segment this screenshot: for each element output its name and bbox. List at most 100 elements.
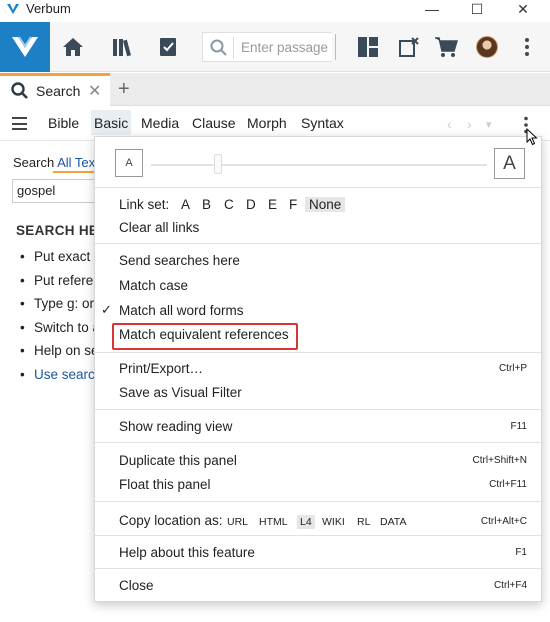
help-item: Put referer	[20, 273, 102, 297]
copy-l4-option[interactable]: L4	[297, 515, 315, 529]
float-shortcut: Ctrl+F11	[489, 479, 527, 490]
app-title: Verbum	[26, 1, 71, 16]
cart-icon[interactable]	[433, 34, 459, 60]
passage-placeholder: Enter passage o	[241, 40, 329, 55]
window-titlebar: Verbum — ☐ ✕	[0, 0, 550, 18]
link-set-e[interactable]: E	[268, 197, 277, 212]
print-shortcut: Ctrl+P	[498, 363, 527, 374]
copy-url-option[interactable]: URL	[227, 516, 248, 528]
help-item: Put exact p	[20, 249, 102, 273]
scope-underline	[53, 171, 99, 173]
help-shortcut: F1	[515, 547, 527, 558]
layouts-icon[interactable]	[355, 34, 381, 60]
help-item: Help on se	[20, 343, 102, 367]
forward-arrow-icon[interactable]: ›	[467, 116, 472, 132]
search-label: Search	[13, 155, 55, 170]
menu-separator	[95, 409, 541, 410]
duplicate-panel-item[interactable]: Duplicate this panel	[119, 453, 237, 468]
copy-wiki-option[interactable]: WIKI	[322, 516, 345, 528]
menu-separator	[95, 568, 541, 569]
reading-view-shortcut: F11	[510, 421, 528, 432]
menu-separator	[95, 535, 541, 536]
search-help-list: Put exact p Put referer Type g: or Switc…	[20, 249, 102, 390]
home-icon[interactable]	[60, 34, 86, 60]
main-toolbar: Enter passage o	[0, 22, 550, 72]
close-tab-icon[interactable]: ✕	[88, 81, 101, 101]
match-case-item[interactable]: Match case	[119, 278, 188, 293]
close-panel-item[interactable]: Close	[119, 578, 154, 593]
panel-tabstrip: Search ✕ +	[0, 73, 550, 106]
menu-separator	[95, 352, 541, 353]
minimize-button[interactable]: —	[410, 0, 454, 18]
float-panel-item[interactable]: Float this panel	[119, 477, 211, 492]
close-window-button[interactable]: ✕	[501, 0, 545, 18]
print-export-item[interactable]: Print/Export…	[119, 361, 203, 376]
search-type-bible[interactable]: Bible	[48, 115, 79, 131]
user-avatar[interactable]	[476, 36, 498, 58]
link-set-d[interactable]: D	[246, 197, 256, 212]
library-icon[interactable]	[110, 34, 136, 60]
send-searches-here-item[interactable]: Send searches here	[119, 253, 240, 268]
font-size-slider-thumb[interactable]	[214, 154, 222, 174]
checkmark-icon: ✓	[101, 302, 112, 317]
show-reading-view-item[interactable]: Show reading view	[119, 419, 232, 434]
add-tab-button[interactable]: +	[118, 78, 130, 101]
menu-separator	[95, 243, 541, 244]
tab-search[interactable]: Search ✕	[0, 73, 110, 106]
copy-location-label: Copy location as:	[119, 513, 223, 528]
panel-menu-popup: A A Link set: A B C D E F None Clear all…	[94, 136, 542, 602]
search-type-morph[interactable]: Morph	[247, 115, 287, 131]
toolbar-divider	[335, 34, 336, 60]
link-set-a[interactable]: A	[181, 197, 190, 212]
close-shortcut: Ctrl+F4	[493, 580, 527, 591]
documents-icon[interactable]	[155, 34, 181, 60]
search-type-media[interactable]: Media	[141, 115, 179, 131]
help-about-feature-item[interactable]: Help about this feature	[119, 545, 255, 560]
copy-html-option[interactable]: HTML	[259, 516, 288, 528]
verbum-logo-icon	[7, 4, 19, 14]
duplicate-shortcut: Ctrl+Shift+N	[472, 455, 527, 466]
save-visual-filter-item[interactable]: Save as Visual Filter	[119, 385, 242, 400]
search-type-syntax[interactable]: Syntax	[301, 115, 344, 131]
search-scope-row: Search All Text	[13, 155, 99, 173]
tab-search-label: Search	[36, 83, 81, 99]
passage-separator	[233, 37, 234, 59]
panel-menu-icon[interactable]	[12, 117, 27, 130]
menu-separator	[95, 442, 541, 443]
copy-shortcut: Ctrl+Alt+C	[480, 516, 527, 527]
help-item-link[interactable]: Use search	[20, 367, 102, 391]
clear-all-links-item[interactable]: Clear all links	[119, 220, 199, 235]
scope-link[interactable]: All Text	[57, 155, 99, 170]
passage-input[interactable]: Enter passage o	[202, 32, 332, 62]
link-set-b[interactable]: B	[202, 197, 211, 212]
help-item: Switch to a	[20, 320, 102, 344]
maximize-button[interactable]: ☐	[455, 0, 499, 18]
search-tab-icon	[11, 82, 28, 99]
font-larger-button[interactable]: A	[494, 148, 525, 179]
verbum-home-button[interactable]	[0, 22, 50, 72]
search-icon	[210, 39, 227, 56]
menu-separator	[95, 501, 541, 502]
copy-rl-option[interactable]: RL	[357, 516, 370, 528]
link-set-label: Link set:	[119, 197, 170, 212]
menu-separator	[95, 187, 541, 188]
close-panels-icon[interactable]	[396, 34, 422, 60]
search-query-input[interactable]: gospel	[12, 179, 102, 203]
font-size-slider-track[interactable]	[151, 164, 487, 166]
link-set-none[interactable]: None	[305, 197, 346, 212]
font-smaller-button[interactable]: A	[115, 149, 143, 177]
verbum-brand-icon	[12, 36, 38, 57]
history-dropdown-icon[interactable]: ▾	[486, 118, 492, 131]
highlight-box	[112, 323, 298, 350]
more-vertical-icon[interactable]	[514, 34, 540, 60]
search-type-clause[interactable]: Clause	[192, 115, 236, 131]
search-type-basic[interactable]: Basic	[91, 110, 132, 135]
back-arrow-icon[interactable]: ‹	[447, 116, 452, 132]
copy-data-option[interactable]: DATA	[380, 516, 406, 528]
search-help-title: SEARCH HE	[16, 223, 99, 238]
match-all-word-forms-item[interactable]: Match all word forms	[119, 303, 244, 318]
link-set-f[interactable]: F	[289, 197, 297, 212]
link-set-c[interactable]: C	[224, 197, 234, 212]
mouse-cursor-icon	[526, 128, 538, 146]
help-item: Type g: or	[20, 296, 102, 320]
